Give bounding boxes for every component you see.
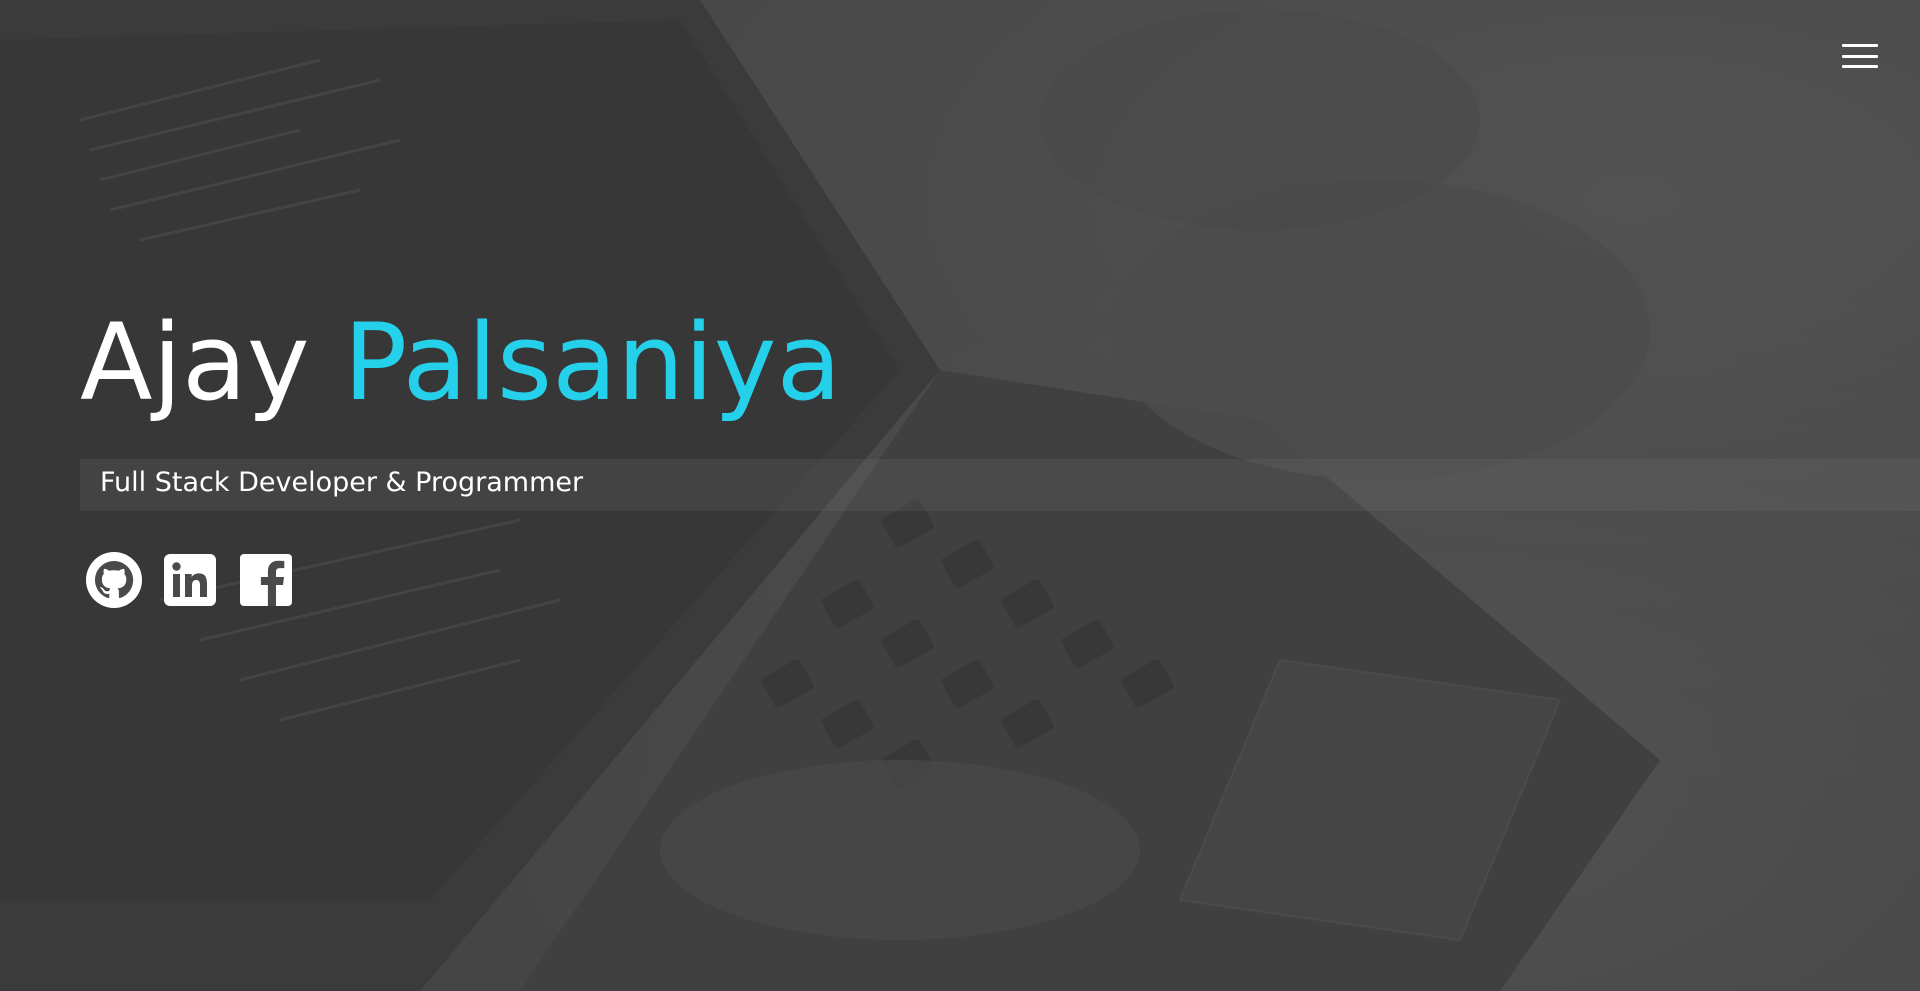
hero-section: Ajay Palsaniya Full Stack Developer & Pr… (0, 0, 1920, 991)
facebook-link[interactable] (238, 552, 294, 608)
hero-name: Ajay Palsaniya (80, 304, 841, 422)
linkedin-link[interactable] (162, 552, 218, 608)
github-icon (86, 552, 142, 608)
social-links (86, 552, 294, 608)
linkedin-icon (164, 554, 216, 606)
menu-bar-top (1842, 44, 1878, 47)
github-link[interactable] (86, 552, 142, 608)
hero-tagline: Full Stack Developer & Programmer (100, 467, 584, 498)
hamburger-menu-icon[interactable] (1842, 42, 1878, 70)
facebook-icon (240, 554, 292, 606)
hero-intro: Ajay Palsaniya (80, 304, 841, 422)
hero-first-name: Ajay (80, 301, 310, 424)
hero-last-name: Palsaniya (343, 301, 842, 424)
menu-bar-middle (1842, 54, 1878, 58)
menu-bar-bottom (1842, 65, 1878, 68)
